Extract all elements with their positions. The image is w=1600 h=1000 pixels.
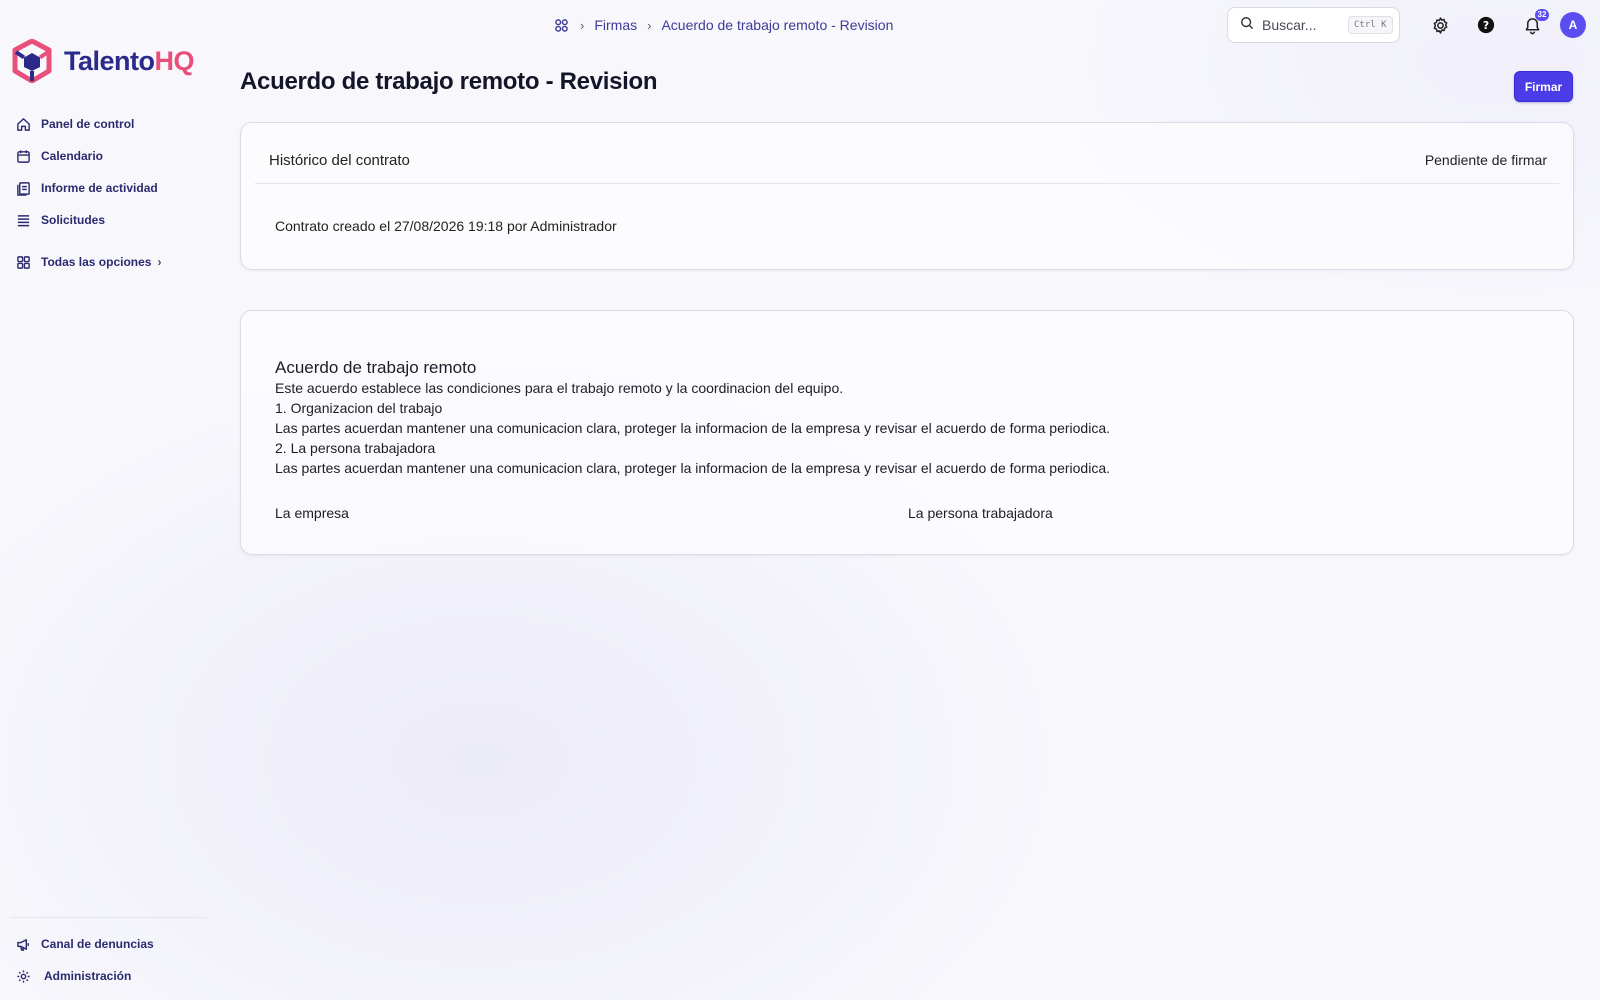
- status-text: Pendiente de firmar: [1424, 152, 1547, 168]
- search-input[interactable]: [1262, 17, 1344, 33]
- sidebar-item-informe[interactable]: Informe de actividad: [14, 172, 204, 204]
- breadcrumb-current: Acuerdo de trabajo remoto - Revision: [661, 17, 894, 33]
- history-entry: Contrato creado el 27/08/2026 19:18 por …: [275, 218, 617, 234]
- sidebar-item-label: Solicitudes: [41, 213, 106, 227]
- sidebar-divider: [10, 917, 206, 918]
- megaphone-icon: [14, 935, 32, 953]
- contract-history-card: Histórico del contrato Pendiente de firm…: [240, 122, 1574, 270]
- grid-icon: [14, 253, 32, 271]
- sidebar-bottom-nav: Canal de denuncias Administración: [14, 928, 204, 992]
- help-icon[interactable]: ?: [1473, 12, 1499, 38]
- notifications-bell-icon[interactable]: 32: [1519, 9, 1549, 38]
- sidebar-item-label: Panel de control: [41, 117, 135, 131]
- apps-icon[interactable]: [552, 16, 570, 34]
- document-body: Acuerdo de trabajo remoto Este acuerdo e…: [275, 358, 1543, 478]
- document-section-text: Las partes acuerdan mantener una comunic…: [275, 460, 1111, 476]
- sidebar-item-canal-denuncias[interactable]: Canal de denuncias: [14, 928, 204, 960]
- chevron-right-icon: ›: [580, 17, 585, 33]
- chevron-right-icon: ›: [647, 17, 652, 33]
- list-icon: [14, 211, 32, 229]
- sidebar-item-administracion[interactable]: Administración: [14, 960, 204, 992]
- sidebar-item-label: Todas las opciones: [41, 255, 152, 269]
- sidebar-nav: Panel de control Calendario Informe de a…: [14, 108, 204, 278]
- sidebar-item-calendario[interactable]: Calendario: [14, 140, 204, 172]
- svg-text:?: ?: [1483, 19, 1489, 32]
- logo[interactable]: TalentoHQ: [12, 39, 194, 83]
- sidebar-item-panel[interactable]: Panel de control: [14, 108, 204, 140]
- logo-cube-icon: [12, 39, 52, 83]
- sidebar-item-label: Calendario: [41, 149, 104, 163]
- sign-button[interactable]: Firmar: [1514, 71, 1573, 102]
- sidebar-item-label: Canal de denuncias: [41, 937, 154, 951]
- document-intro: Este acuerdo establece las condiciones p…: [275, 380, 844, 396]
- search-box[interactable]: Ctrl K: [1227, 7, 1400, 43]
- sidebar: TalentoHQ Panel de control Calendario In…: [0, 0, 212, 1000]
- gear-icon: [14, 967, 32, 985]
- document-title: Acuerdo de trabajo remoto: [275, 358, 477, 377]
- document-section-heading: 2. La persona trabajadora: [275, 440, 436, 456]
- calendar-icon: [14, 147, 32, 165]
- settings-icon[interactable]: [1427, 12, 1453, 38]
- chevron-right-icon: ›: [157, 255, 162, 269]
- search-shortcut: Ctrl K: [1348, 16, 1393, 34]
- sidebar-item-all-options[interactable]: Todas las opciones ›: [14, 246, 204, 278]
- home-icon: [14, 115, 32, 133]
- logo-text: TalentoHQ: [64, 45, 194, 76]
- sidebar-item-label: Informe de actividad: [41, 181, 158, 195]
- avatar[interactable]: A: [1560, 12, 1586, 38]
- notification-count-badge: 32: [1535, 9, 1549, 21]
- breadcrumb-firmas[interactable]: Firmas: [594, 17, 637, 33]
- sidebar-item-label: Administración: [44, 969, 132, 983]
- report-icon: [14, 179, 32, 197]
- signature-worker-label: La persona trabajadora: [908, 505, 1053, 521]
- breadcrumb: › Firmas › Acuerdo de trabajo remoto - R…: [552, 14, 893, 36]
- sidebar-item-solicitudes[interactable]: Solicitudes: [14, 204, 204, 236]
- card-title: Histórico del contrato: [269, 152, 410, 169]
- document-section-text: Las partes acuerdan mantener una comunic…: [275, 420, 1111, 436]
- page-title: Acuerdo de trabajo remoto - Revision: [240, 68, 658, 95]
- card-header-divider: [255, 123, 1559, 184]
- document-section-heading: 1. Organizacion del trabajo: [275, 400, 443, 416]
- signature-company-label: La empresa: [275, 505, 349, 521]
- contract-document-card: Acuerdo de trabajo remoto Este acuerdo e…: [240, 310, 1574, 555]
- search-icon: [1240, 16, 1254, 35]
